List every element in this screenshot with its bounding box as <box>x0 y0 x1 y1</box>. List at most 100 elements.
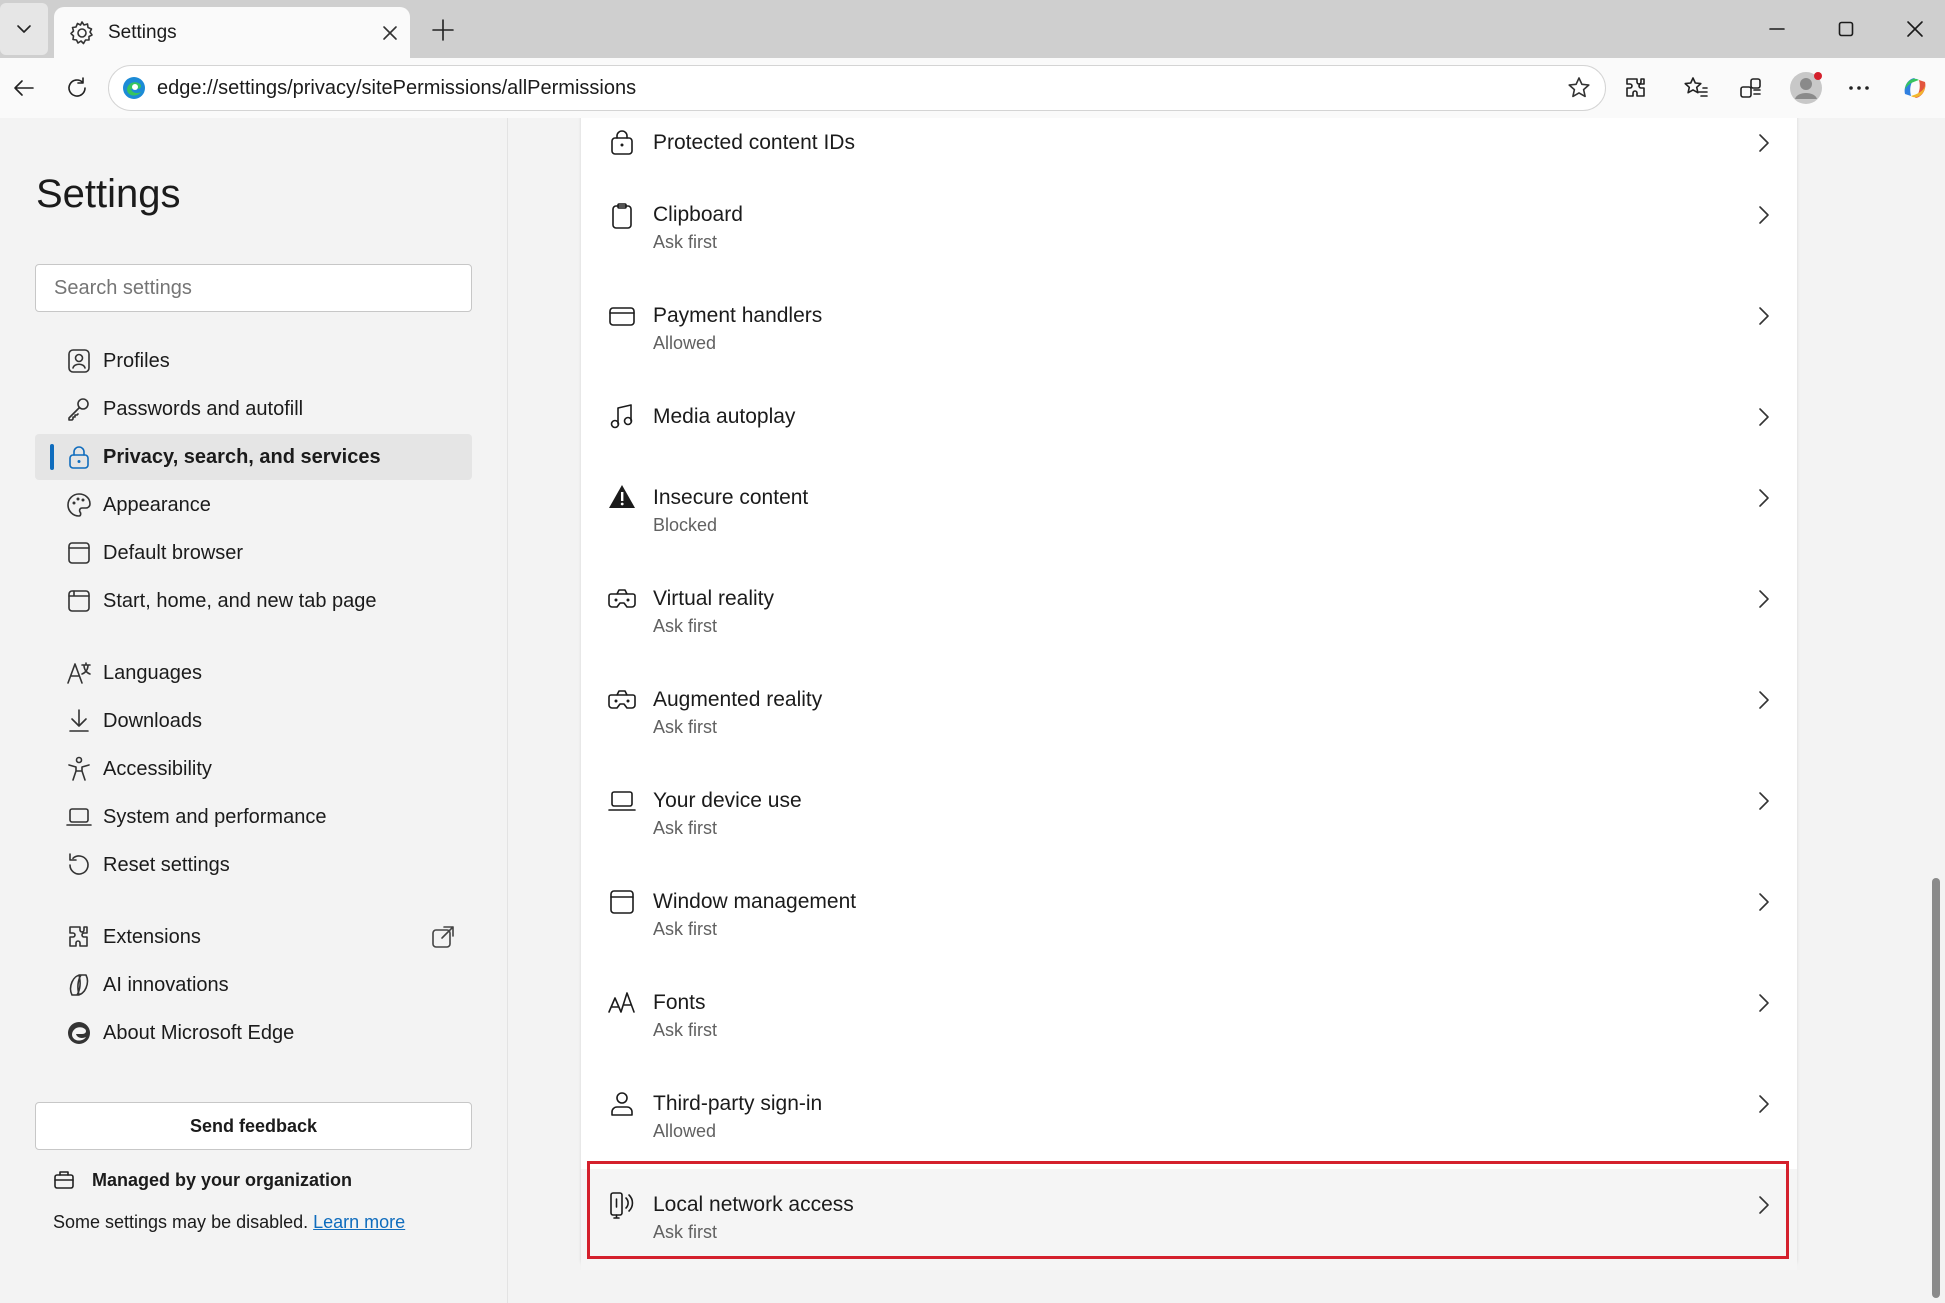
permission-label: Your device use <box>653 789 802 812</box>
sidebar-item-ai-innovations[interactable]: AI innovations <box>35 962 472 1008</box>
sidebar-item-label: Reset settings <box>103 853 230 876</box>
permission-row-clipboard[interactable]: Clipboard Ask first <box>581 179 1797 280</box>
sidebar-item-passwords[interactable]: Passwords and autofill <box>35 386 472 432</box>
permission-label: Local network access <box>653 1193 854 1216</box>
managed-sub-text: Some settings may be disabled. <box>53 1212 314 1232</box>
sidebar-item-label: Downloads <box>103 709 202 732</box>
gear-icon <box>70 20 93 44</box>
collections-icon <box>1740 78 1761 98</box>
permission-label: Protected content IDs <box>653 131 855 154</box>
browser-toolbar: edge://settings/privacy/sitePermissions/… <box>0 58 1945 118</box>
permission-status: Allowed <box>653 333 717 353</box>
star-icon <box>1568 77 1590 98</box>
learn-more-link[interactable]: Learn more <box>313 1212 405 1232</box>
search-input[interactable] <box>35 264 472 312</box>
address-text: edge://settings/privacy/sitePermissions/… <box>157 76 637 99</box>
close-tab-button[interactable] <box>370 13 410 53</box>
laptop-icon <box>608 791 636 811</box>
tab-title: Settings <box>108 21 177 43</box>
tab-settings[interactable]: Settings <box>54 7 410 58</box>
sidebar-item-label: AI innovations <box>103 973 229 996</box>
tab-actions-menu-button[interactable] <box>0 3 48 55</box>
send-feedback-button[interactable]: Send feedback <box>35 1102 472 1150</box>
copilot-button[interactable] <box>1893 66 1937 110</box>
sidebar-item-label: About Microsoft Edge <box>103 1021 295 1044</box>
sidebar-item-languages[interactable]: Languages <box>35 650 472 696</box>
settings-sidebar: Settings Profiles Passwords and autofill… <box>0 118 508 1303</box>
permission-row-insecure-content[interactable]: Insecure content Blocked <box>581 462 1797 563</box>
managed-description: Some settings may be disabled. Learn mor… <box>53 1212 405 1233</box>
permission-row-virtual-reality[interactable]: Virtual reality Ask first <box>581 563 1797 664</box>
chevron-down-icon <box>17 25 31 33</box>
tab-strip: Settings <box>0 0 1945 58</box>
add-favorite-button[interactable] <box>1557 66 1601 110</box>
permission-row-device-use[interactable]: Your device use Ask first <box>581 765 1797 866</box>
favorites-icon <box>1684 77 1708 97</box>
minimize-icon <box>1769 28 1785 30</box>
maximize-button[interactable] <box>1818 4 1874 54</box>
scrollbar-thumb[interactable] <box>1932 878 1940 1298</box>
accessibility-icon <box>68 756 90 781</box>
local-network-icon <box>610 1192 634 1219</box>
close-window-button[interactable] <box>1887 4 1943 54</box>
sidebar-item-start-home[interactable]: Start, home, and new tab page <box>35 578 472 624</box>
sidebar-item-privacy[interactable]: Privacy, search, and services <box>35 434 472 480</box>
permission-row-fonts[interactable]: Fonts Ask first <box>581 967 1797 1068</box>
extensions-icon <box>1626 78 1645 97</box>
permission-row-third-party-sign-in[interactable]: Third-party sign-in Allowed <box>581 1068 1797 1169</box>
avatar-icon <box>1790 72 1822 104</box>
permission-label: Window management <box>653 890 857 913</box>
back-button[interactable] <box>2 66 46 110</box>
person-icon <box>611 1092 633 1116</box>
sidebar-item-default-browser[interactable]: Default browser <box>35 530 472 576</box>
lock-icon <box>69 446 89 469</box>
page-scrollbar[interactable] <box>1927 118 1945 1303</box>
extensions-icon <box>69 926 88 947</box>
refresh-button[interactable] <box>55 66 99 110</box>
permission-label: Virtual reality <box>653 587 774 610</box>
permissions-content: Protected content IDs Clipboard Ask firs… <box>509 118 1927 1303</box>
permission-status: Blocked <box>653 515 718 535</box>
sidebar-item-label: Start, home, and new tab page <box>103 589 377 612</box>
profile-button[interactable] <box>1784 66 1828 110</box>
languages-icon <box>67 662 91 684</box>
sidebar-item-accessibility[interactable]: Accessibility <box>35 746 472 792</box>
address-bar[interactable]: edge://settings/privacy/sitePermissions/… <box>108 65 1606 111</box>
permission-row-payment-handlers[interactable]: Payment handlers Allowed <box>581 280 1797 381</box>
permission-status: Ask first <box>653 919 718 939</box>
browser-icon <box>68 542 90 564</box>
sidebar-item-about[interactable]: About Microsoft Edge <box>35 1010 472 1056</box>
clipboard-icon <box>612 203 632 229</box>
sidebar-item-system[interactable]: System and performance <box>35 794 472 840</box>
sidebar-item-reset[interactable]: Reset settings <box>35 842 472 888</box>
chevron-right-icon <box>1759 307 1769 325</box>
more-menu-button[interactable] <box>1837 66 1881 110</box>
managed-label: Managed by your organization <box>92 1169 353 1190</box>
new-tab-button[interactable] <box>420 7 466 53</box>
extensions-button[interactable] <box>1614 66 1658 110</box>
collections-button[interactable] <box>1729 66 1773 110</box>
page-title: Settings <box>36 172 181 216</box>
chevron-right-icon <box>1759 994 1769 1012</box>
sidebar-item-label: Profiles <box>103 349 170 372</box>
sidebar-item-profiles[interactable]: Profiles <box>35 338 472 384</box>
sidebar-item-appearance[interactable]: Appearance <box>35 482 472 528</box>
chevron-right-icon <box>1759 206 1769 224</box>
permission-label: Insecure content <box>653 486 809 509</box>
favorites-button[interactable] <box>1674 66 1718 110</box>
chevron-right-icon <box>1759 691 1769 709</box>
minimize-button[interactable] <box>1749 4 1805 54</box>
sidebar-item-label: Extensions <box>103 925 201 948</box>
permission-row-window-management[interactable]: Window management Ask first <box>581 866 1797 967</box>
sidebar-item-extensions[interactable]: Extensions <box>35 914 472 960</box>
sidebar-item-downloads[interactable]: Downloads <box>35 698 472 744</box>
laptop-icon <box>66 808 92 826</box>
close-icon <box>1907 21 1923 37</box>
permission-row-local-network-access[interactable]: Local network access Ask first <box>581 1169 1797 1270</box>
close-icon <box>383 25 397 40</box>
permission-label: Payment handlers <box>653 304 823 327</box>
permission-row-augmented-reality[interactable]: Augmented reality Ask first <box>581 664 1797 765</box>
sidebar-item-label: System and performance <box>103 805 327 828</box>
reset-icon <box>69 853 89 875</box>
permission-status: Allowed <box>653 1121 717 1141</box>
